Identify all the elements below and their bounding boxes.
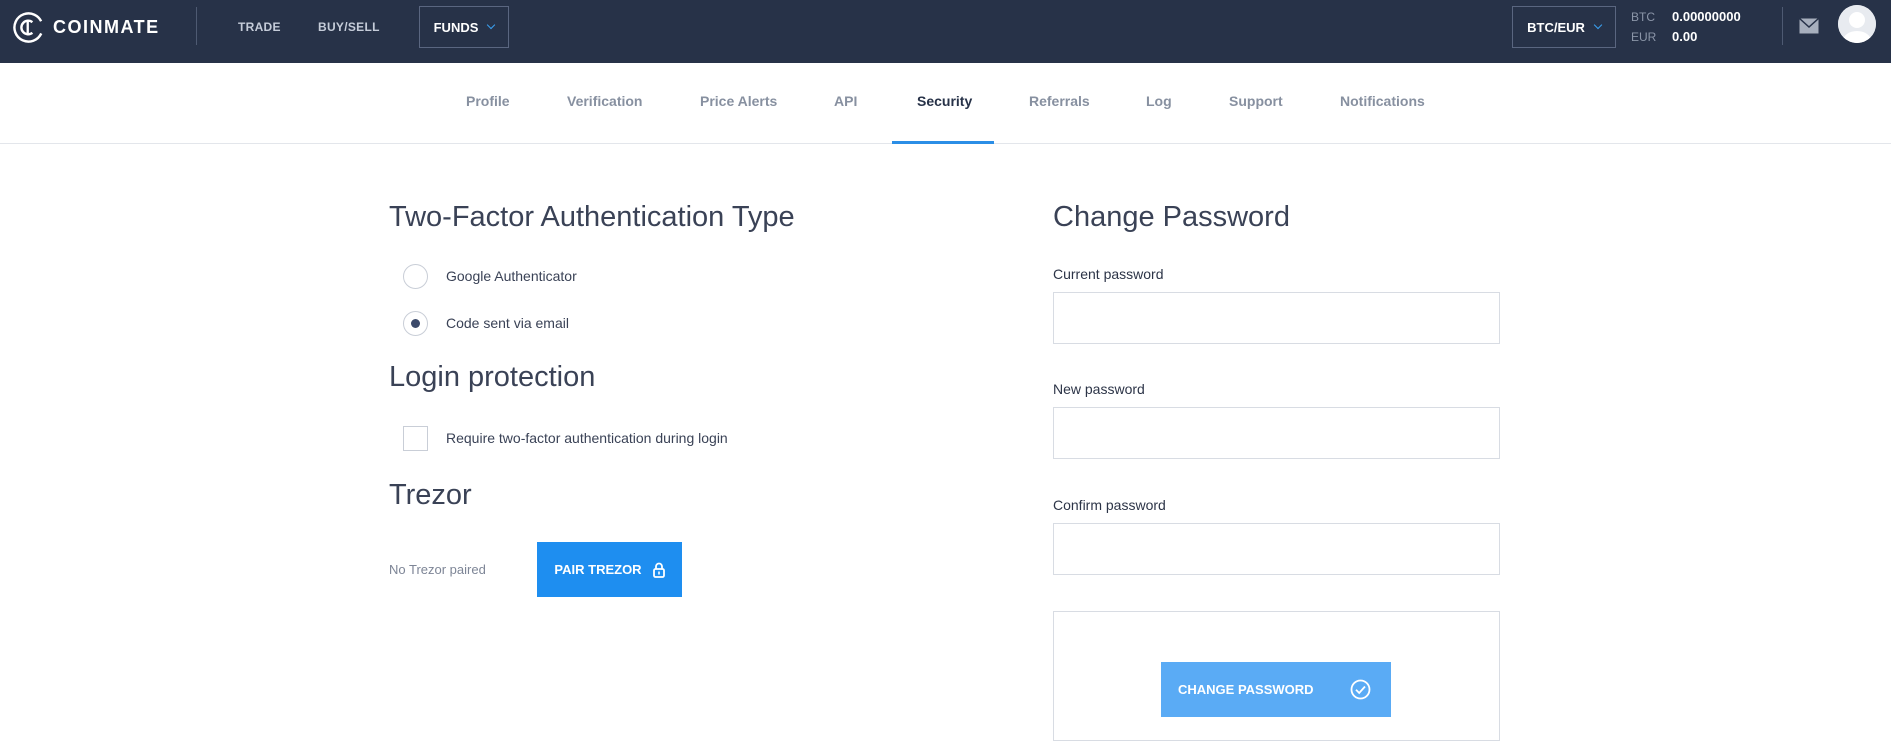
require-2fa-checkbox[interactable] bbox=[403, 426, 428, 451]
lock-icon bbox=[652, 562, 665, 578]
brand-name: COINMATE bbox=[53, 16, 160, 37]
logo[interactable]: COINMATE bbox=[12, 10, 160, 44]
change-password-label: CHANGE PASSWORD bbox=[1178, 682, 1314, 697]
tab-price-alerts[interactable]: Price Alerts bbox=[700, 93, 777, 109]
radio-google-authenticator[interactable] bbox=[403, 264, 428, 289]
twofa-title: Two-Factor Authentication Type bbox=[389, 201, 795, 233]
chevron-down-icon bbox=[1593, 20, 1603, 30]
pair-trezor-button[interactable]: PAIR TREZOR bbox=[537, 542, 682, 597]
login-protection-title: Login protection bbox=[389, 361, 596, 393]
change-password-button[interactable]: CHANGE PASSWORD bbox=[1161, 662, 1391, 717]
funds-label: FUNDS bbox=[433, 19, 479, 35]
new-password-field[interactable] bbox=[1053, 407, 1500, 459]
funds-dropdown[interactable]: FUNDS bbox=[419, 6, 509, 48]
balance-amount: 0.00 bbox=[1672, 29, 1698, 44]
tab-notifications[interactable]: Notifications bbox=[1340, 93, 1425, 109]
balance-currency: BTC bbox=[1631, 10, 1655, 24]
nav-trade[interactable]: TRADE bbox=[238, 20, 281, 34]
top-navbar: COINMATE TRADE BUY/SELL FUNDS BTC/EUR BT… bbox=[0, 0, 1891, 63]
user-avatar[interactable] bbox=[1838, 5, 1876, 43]
check-circle-icon bbox=[1350, 679, 1371, 700]
tab-support[interactable]: Support bbox=[1229, 93, 1283, 109]
balance-amount: 0.00000000 bbox=[1672, 9, 1741, 24]
tab-verification[interactable]: Verification bbox=[567, 93, 642, 109]
confirm-password-field[interactable] bbox=[1053, 523, 1500, 575]
pair-label: BTC/EUR bbox=[1527, 19, 1585, 35]
trezor-title: Trezor bbox=[389, 479, 472, 511]
current-password-field[interactable] bbox=[1053, 292, 1500, 344]
checkbox-label[interactable]: Require two-factor authentication during… bbox=[446, 430, 728, 446]
user-icon bbox=[1838, 5, 1876, 43]
radio-email-code[interactable] bbox=[403, 311, 428, 336]
tab-referrals[interactable]: Referrals bbox=[1029, 93, 1090, 109]
tab-security[interactable]: Security bbox=[917, 93, 972, 109]
nav-buy-sell[interactable]: BUY/SELL bbox=[318, 20, 380, 34]
mail-icon[interactable] bbox=[1799, 18, 1819, 34]
change-password-title: Change Password bbox=[1053, 201, 1290, 233]
settings-tabs: Profile Verification Price Alerts API Se… bbox=[0, 63, 1891, 144]
current-password-label: Current password bbox=[1053, 266, 1164, 282]
coinmate-logo-icon bbox=[13, 11, 44, 43]
radio-label[interactable]: Google Authenticator bbox=[446, 268, 577, 284]
divider bbox=[1782, 7, 1783, 45]
divider bbox=[196, 7, 197, 45]
tab-api[interactable]: API bbox=[834, 93, 857, 109]
confirm-password-label: Confirm password bbox=[1053, 497, 1166, 513]
trezor-status: No Trezor paired bbox=[389, 562, 486, 577]
radio-label[interactable]: Code sent via email bbox=[446, 315, 569, 331]
chevron-down-icon bbox=[487, 20, 496, 30]
new-password-label: New password bbox=[1053, 381, 1145, 397]
active-tab-indicator bbox=[892, 141, 994, 144]
tab-profile[interactable]: Profile bbox=[466, 93, 510, 109]
tab-log[interactable]: Log bbox=[1146, 93, 1172, 109]
balance-currency: EUR bbox=[1631, 30, 1657, 44]
pair-selector[interactable]: BTC/EUR bbox=[1512, 6, 1616, 48]
pair-trezor-label: PAIR TREZOR bbox=[554, 562, 642, 577]
